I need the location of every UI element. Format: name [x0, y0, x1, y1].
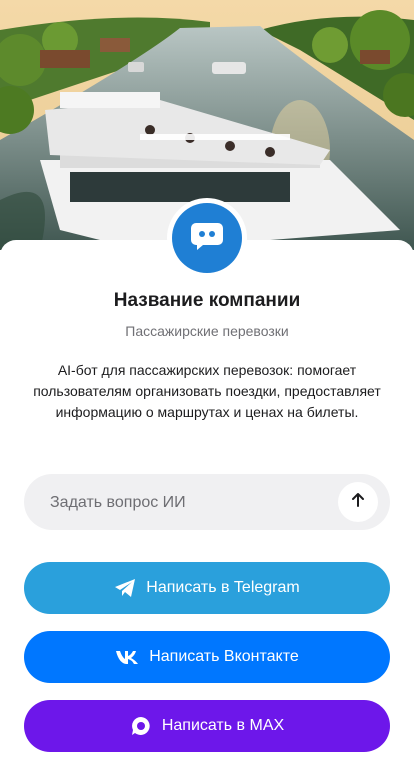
max-button-label: Написать в MAX: [161, 717, 285, 734]
company-category: Пассажирские перевозки: [125, 323, 289, 339]
bot-avatar-circle: [172, 203, 242, 273]
telegram-button[interactable]: Написать в Telegram: [24, 562, 390, 614]
vk-icon: [115, 649, 139, 665]
send-button[interactable]: [338, 482, 378, 522]
company-name: Название компании: [113, 290, 301, 311]
avatar: [167, 198, 247, 278]
bot-chat-icon: [190, 221, 224, 256]
company-description: AI-бот для пассажирских перевозок: помог…: [33, 362, 381, 420]
ask-ai-input[interactable]: [48, 474, 342, 532]
max-icon: [130, 715, 152, 737]
telegram-icon: [114, 578, 136, 598]
arrow-up-icon: [349, 491, 367, 514]
max-button[interactable]: Написать в MAX: [24, 700, 390, 752]
ask-ai-field: [24, 474, 390, 532]
vk-button-label: Написать Вконтакте: [149, 648, 299, 665]
telegram-button-label: Написать в Telegram: [146, 579, 300, 596]
vk-button[interactable]: Написать Вконтакте: [24, 631, 390, 683]
